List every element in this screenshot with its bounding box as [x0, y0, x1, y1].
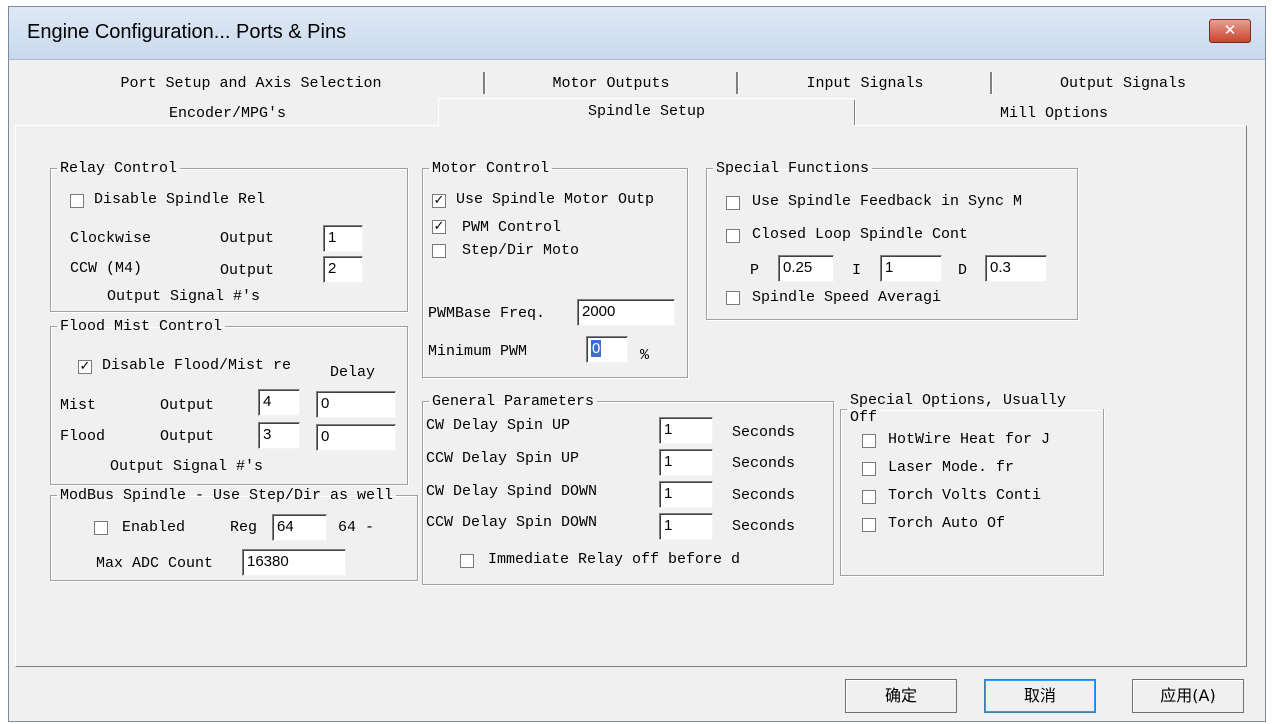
ccw-label: CCW (M4) [70, 260, 143, 277]
closed-loop-checkbox[interactable] [726, 229, 740, 243]
minimum-pwm-input[interactable]: 0 [586, 336, 628, 363]
step-dir-motor-checkbox[interactable] [432, 244, 446, 258]
cw-delay-down-input[interactable]: 1 [659, 481, 713, 508]
ccw-delay-up-input[interactable]: 1 [659, 449, 713, 476]
general-parameters-legend: General Parameters [432, 393, 595, 410]
speed-averaging-label: Spindle Speed Averagi [752, 289, 942, 306]
cw-output-label: Output [220, 230, 275, 247]
ccw-delay-up-unit: Seconds [732, 455, 796, 472]
special-functions-legend: Special Functions [716, 160, 870, 177]
pwm-control-label: PWM Control [462, 219, 562, 236]
delay-header: Delay [330, 364, 376, 381]
spindle-feedback-label: Use Spindle Feedback in Sync M [752, 193, 1023, 210]
tab-input-signals[interactable]: Input Signals [740, 72, 990, 96]
disable-spindle-relay-label: Disable Spindle Rel [94, 191, 266, 208]
tab-mill-options[interactable]: Mill Options [858, 102, 1250, 126]
ccw-delay-down-input[interactable]: 1 [659, 513, 713, 540]
immediate-relay-off-label: Immediate Relay off before d [488, 551, 741, 568]
flood-output-label: Output [160, 428, 215, 445]
torch-volts-checkbox[interactable] [862, 490, 876, 504]
tab-encoder-mpg[interactable]: Encoder/MPG's [20, 102, 435, 126]
ccw-delay-up-label: CCW Delay Spin UP [426, 450, 580, 467]
mist-output-label: Output [160, 397, 215, 414]
cancel-button[interactable]: 取消 [984, 679, 1096, 713]
flood-label: Flood [60, 428, 106, 445]
disable-flood-mist-checkbox[interactable]: ✓ [78, 360, 92, 374]
ok-button[interactable]: 确定 [845, 679, 957, 713]
ccw-output-input[interactable]: 2 [323, 256, 363, 283]
tab-divider [736, 72, 739, 94]
spindle-feedback-checkbox[interactable] [726, 196, 740, 210]
cw-delay-up-label: CW Delay Spin UP [426, 417, 571, 434]
p-gain-label: P [750, 262, 760, 279]
cw-delay-up-unit: Seconds [732, 424, 796, 441]
relay-control-legend: Relay Control [60, 160, 178, 177]
pwm-base-freq-input[interactable]: 2000 [577, 299, 675, 326]
close-button[interactable]: ✕ [1209, 19, 1251, 43]
special-options-group: Special Options, Usually Off [840, 392, 1104, 576]
cw-delay-down-label: CW Delay Spind DOWN [426, 483, 598, 500]
special-options-legend: Special Options, Usually Off [850, 392, 1067, 426]
modbus-enabled-checkbox[interactable] [94, 521, 108, 535]
apply-button[interactable]: 应用(A) [1132, 679, 1244, 713]
d-gain-input[interactable]: 0.3 [985, 255, 1047, 282]
mist-delay-input[interactable]: 0 [316, 391, 396, 418]
relay-output-signal-note: Output Signal #'s [107, 288, 261, 305]
max-adc-label: Max ADC Count [96, 555, 214, 572]
flood-mist-legend: Flood Mist Control [60, 318, 223, 335]
disable-flood-mist-label: Disable Flood/Mist re [102, 357, 292, 374]
mist-output-input[interactable]: 4 [258, 389, 300, 416]
minimum-pwm-unit: % [640, 347, 650, 364]
modbus-legend: ModBus Spindle - Use Step/Dir as well [60, 487, 394, 504]
modbus-reg-suffix: 64 - [338, 519, 375, 536]
mist-label: Mist [60, 397, 97, 414]
tab-spindle-setup[interactable]: Spindle Setup [438, 98, 854, 127]
closed-loop-label: Closed Loop Spindle Cont [752, 226, 969, 243]
laser-mode-checkbox[interactable] [862, 462, 876, 476]
ccw-output-label: Output [220, 262, 275, 279]
torch-volts-label: Torch Volts Conti [888, 487, 1042, 504]
modbus-reg-input[interactable]: 64 [272, 514, 327, 541]
torch-auto-off-checkbox[interactable] [862, 518, 876, 532]
disable-spindle-relay-checkbox[interactable] [70, 194, 84, 208]
step-dir-motor-label: Step/Dir Moto [462, 242, 580, 259]
title-bar[interactable]: Engine Configuration... Ports & Pins ✕ [9, 7, 1265, 60]
minimum-pwm-value: 0 [591, 340, 602, 357]
modbus-enabled-label: Enabled [122, 519, 186, 536]
cw-output-input[interactable]: 1 [323, 225, 363, 252]
minimum-pwm-label: Minimum PWM [428, 343, 528, 360]
speed-averaging-checkbox[interactable] [726, 291, 740, 305]
p-gain-input[interactable]: 0.25 [778, 255, 834, 282]
window-title: Engine Configuration... Ports & Pins [27, 21, 347, 43]
ccw-delay-down-unit: Seconds [732, 518, 796, 535]
modbus-reg-label: Reg [230, 519, 258, 536]
tab-divider [990, 72, 993, 94]
tab-output-signals[interactable]: Output Signals [994, 72, 1252, 96]
ccw-delay-down-label: CCW Delay Spin DOWN [426, 514, 598, 531]
motor-control-legend: Motor Control [432, 160, 550, 177]
hotwire-heat-label: HotWire Heat for J [888, 431, 1051, 448]
flood-delay-input[interactable]: 0 [316, 424, 396, 451]
flood-output-signal-note: Output Signal #'s [110, 458, 264, 475]
immediate-relay-off-checkbox[interactable] [460, 554, 474, 568]
flood-output-input[interactable]: 3 [258, 422, 300, 449]
use-spindle-motor-checkbox[interactable]: ✓ [432, 194, 446, 208]
max-adc-input[interactable]: 16380 [242, 549, 346, 576]
use-spindle-motor-label: Use Spindle Motor Outp [456, 191, 655, 208]
pwm-control-checkbox[interactable]: ✓ [432, 220, 446, 234]
i-gain-input[interactable]: 1 [880, 255, 942, 282]
d-gain-label: D [958, 262, 968, 279]
cw-delay-up-input[interactable]: 1 [659, 417, 713, 444]
pwm-base-freq-label: PWMBase Freq. [428, 305, 546, 322]
laser-mode-label: Laser Mode. fr [888, 459, 1015, 476]
hotwire-heat-checkbox[interactable] [862, 434, 876, 448]
tab-motor-outputs[interactable]: Motor Outputs [486, 72, 736, 96]
cw-delay-down-unit: Seconds [732, 487, 796, 504]
torch-auto-off-label: Torch Auto Of [888, 515, 1006, 532]
clockwise-label: Clockwise [70, 230, 152, 247]
i-gain-label: I [852, 262, 862, 279]
tab-port-setup[interactable]: Port Setup and Axis Selection [20, 72, 482, 96]
